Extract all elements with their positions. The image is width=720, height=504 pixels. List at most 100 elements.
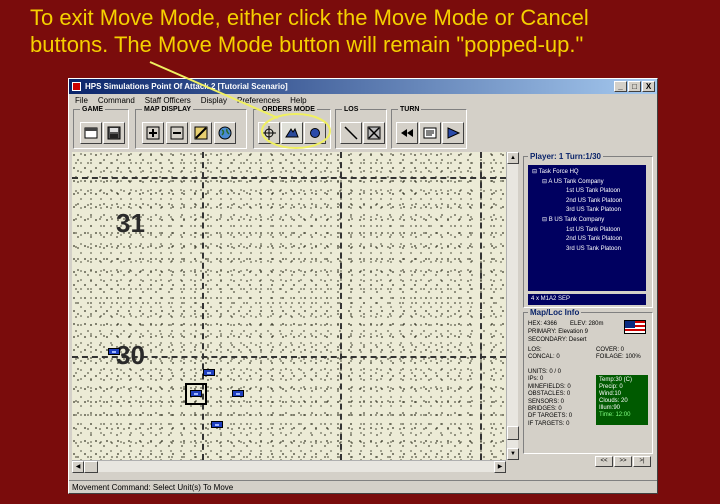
scroll-down-button[interactable]: ▼ [507, 448, 519, 460]
tree-platoon[interactable]: 2nd US Tank Platoon [530, 197, 644, 207]
circle-icon [310, 128, 320, 138]
scroll-up-button[interactable]: ▲ [507, 152, 519, 164]
tree-company[interactable]: ⊟ B US Tank Company [530, 216, 644, 226]
tree-root[interactable]: ⊟ Task Force HQ [530, 168, 644, 178]
move-mode-button[interactable] [281, 122, 303, 144]
window-title: HPS Simulations Point Of Attack 2 [Tutor… [85, 82, 288, 91]
unit-counter[interactable] [190, 390, 202, 397]
tree-platoon[interactable]: 2nd US Tank Platoon [530, 235, 644, 245]
concal-value: CONCAL: 0 [528, 354, 560, 360]
cross-box-icon [367, 126, 381, 140]
selected-unit-name: 4 x M1A2 SEP [528, 294, 646, 305]
stat-minefields: MINEFIELDS: 0 [528, 383, 571, 390]
weather-precip: Precip: 0 [599, 384, 623, 390]
instruction-caption: To exit Move Mode, either click the Move… [30, 4, 710, 58]
hex-label-31: 31 [116, 208, 145, 238]
hex-value: HEX: 4366 [528, 321, 558, 327]
group-map-display: MAP DISPLAY [135, 106, 247, 149]
stat-bridges: BRIDGES: 0 [528, 406, 562, 413]
zoom-out-button[interactable] [166, 122, 188, 144]
globe-icon [218, 126, 232, 140]
prev-unit-button[interactable]: << [595, 456, 613, 467]
caption-line-1: To exit Move Mode, either click the Move… [30, 5, 589, 30]
tree-company[interactable]: ⊟ A US Tank Company [530, 178, 644, 188]
player-frame: Player: 1 Turn:1/30 ⊟ Task Force HQ ⊟ A … [523, 152, 653, 308]
weather-temp: Temp:30 (C) [599, 377, 633, 383]
weather-time: Time: 12:00 [599, 412, 631, 418]
foliage-value: FOILAGE: 100% [596, 354, 641, 360]
end-turn-button[interactable] [442, 122, 464, 144]
scroll-right-button[interactable]: ▶ [494, 461, 506, 473]
next-unit-button[interactable]: >> [614, 456, 632, 467]
status-bar: Movement Command: Select Unit(s) To Move [69, 480, 657, 493]
crosshair-icon [262, 126, 276, 140]
player-turn-label: Player: 1 Turn:1/30 [528, 152, 603, 161]
minimize-button[interactable]: _ [614, 81, 627, 92]
scroll-thumb[interactable] [84, 461, 98, 473]
weather-clouds: Clouds: 20 [599, 398, 628, 404]
unit-tree[interactable]: ⊟ Task Force HQ ⊟ A US Tank Company 1st … [528, 165, 646, 291]
close-button[interactable]: X [642, 81, 655, 92]
group-orders-mode-label: ORDERS MODE [260, 106, 317, 114]
group-turn-label: TURN [398, 106, 422, 114]
unit-counter[interactable] [203, 369, 215, 376]
report-button[interactable] [419, 122, 441, 144]
group-game: GAME [73, 106, 129, 149]
primary-terrain: PRIMARY: Elevation 9 [528, 329, 588, 335]
unit-counter[interactable] [108, 348, 120, 355]
map-horizontal-scrollbar[interactable]: ◀ ▶ [72, 460, 506, 473]
weather-box: Temp:30 (C) Precip: 0 Wind:10 Clouds: 20… [596, 375, 648, 425]
minus-icon [170, 126, 184, 140]
group-game-label: GAME [80, 106, 105, 114]
cancel-button[interactable] [304, 122, 326, 144]
draw-line-button[interactable] [190, 122, 212, 144]
group-los: LOS [335, 106, 387, 149]
map-vertical-scrollbar[interactable]: ▲ ▼ [506, 152, 519, 460]
last-unit-button[interactable]: >| [633, 456, 651, 467]
stat-obstacles: OBSTACLES: 0 [528, 391, 571, 398]
stat-if-targets: IF TARGETS: 0 [528, 420, 570, 427]
map-info-header: Map/Loc Info [528, 308, 582, 317]
group-los-label: LOS [342, 106, 361, 114]
menu-display[interactable]: Display [201, 94, 227, 107]
toolbar: GAME MAP DISPLAY ORDERS MODE LOS TURN [73, 106, 653, 149]
unit-counter[interactable] [211, 421, 223, 428]
tree-platoon[interactable]: 1st US Tank Platoon [530, 187, 644, 197]
game-window: HPS Simulations Point Of Attack 2 [Tutor… [68, 78, 658, 494]
scroll-thumb[interactable] [507, 426, 519, 440]
rewind-button[interactable] [396, 122, 418, 144]
weather-wind: Wind:10 [599, 391, 622, 397]
stat-units: UNITS: 0 / 0 [528, 369, 562, 375]
unit-counter[interactable] [232, 390, 244, 397]
play-icon [447, 127, 461, 139]
rewind-icon [401, 129, 413, 137]
new-game-button[interactable] [80, 122, 102, 144]
tactical-map[interactable]: 31 30 [72, 152, 506, 460]
stat-df-targets: DF TARGETS: 0 [528, 413, 573, 420]
scroll-left-button[interactable]: ◀ [72, 461, 84, 473]
title-bar[interactable]: HPS Simulations Point Of Attack 2 [Tutor… [69, 79, 657, 94]
target-mode-button[interactable] [258, 122, 280, 144]
group-orders-mode: ORDERS MODE [253, 106, 331, 149]
diagonal-line-icon [344, 126, 358, 140]
move-arrow-icon [285, 127, 299, 138]
grid-line [72, 177, 506, 179]
grid-line [480, 152, 482, 460]
tree-platoon[interactable]: 1st US Tank Platoon [530, 226, 644, 236]
overview-map-button[interactable] [214, 122, 236, 144]
elevation-value: ELEV: 280m [570, 321, 604, 327]
stat-ips: IPs: 0 [528, 376, 544, 383]
map-info-frame: Map/Loc Info HEX: 4366 ELEV: 280m PRIMAR… [523, 308, 653, 454]
tree-platoon[interactable]: 3rd US Tank Platoon [530, 206, 644, 216]
los-clear-button[interactable] [363, 122, 385, 144]
map-area: 31 30 ▲ ▼ ◀ ▶ [72, 152, 519, 473]
hex-label-30: 30 [116, 340, 145, 370]
maximize-button[interactable]: □ [628, 81, 641, 92]
los-line-button[interactable] [340, 122, 362, 144]
grid-line [340, 152, 342, 460]
zoom-in-button[interactable] [142, 122, 164, 144]
save-game-button[interactable] [103, 122, 125, 144]
plus-icon [146, 126, 160, 140]
side-panel: Player: 1 Turn:1/30 ⊟ Task Force HQ ⊟ A … [523, 152, 653, 472]
tree-platoon[interactable]: 3rd US Tank Platoon [530, 245, 644, 255]
